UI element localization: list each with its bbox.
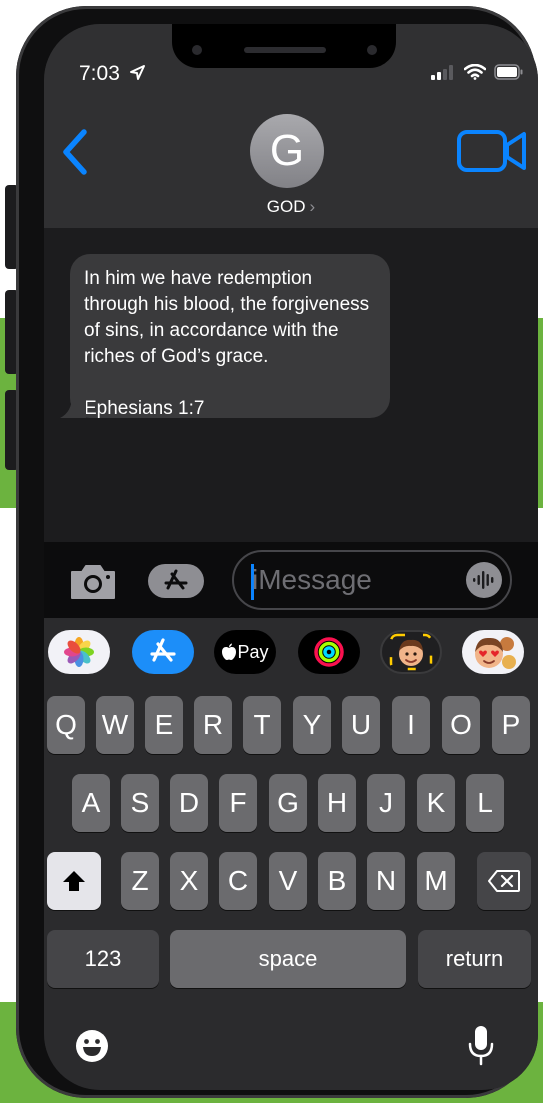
- memoji-app-icon[interactable]: [380, 630, 442, 674]
- location-arrow-icon: [129, 65, 145, 80]
- key-o[interactable]: O: [442, 696, 480, 754]
- microphone-icon: [468, 1026, 494, 1066]
- imessage-text-field[interactable]: [232, 550, 512, 610]
- contact-name: GOD: [266, 197, 306, 216]
- message-input-bar: [44, 542, 538, 618]
- message-line-3: of sins, in accordance with the: [84, 320, 339, 341]
- shift-key[interactable]: [47, 852, 101, 910]
- key-m[interactable]: M: [417, 852, 455, 910]
- delete-icon: [488, 870, 520, 892]
- keyboard: Pay Q W E R T Y U I O P A S D F G H J K …: [44, 618, 538, 1090]
- app-store-a-icon: [150, 638, 176, 662]
- key-s[interactable]: S: [121, 774, 159, 832]
- memoji-face-icon: [389, 633, 433, 671]
- received-message-bubble[interactable]: In him we have redemption through his bl…: [60, 254, 390, 419]
- key-l[interactable]: L: [466, 774, 504, 832]
- apple-pay-label: Pay: [237, 641, 269, 662]
- key-x[interactable]: X: [170, 852, 208, 910]
- contact-name-button[interactable]: GOD ›: [44, 197, 538, 217]
- memoji-stickers-app-icon[interactable]: [462, 630, 524, 674]
- key-e[interactable]: E: [145, 696, 183, 754]
- battery-icon: [494, 64, 523, 80]
- emoji-key[interactable]: [74, 1028, 110, 1069]
- notch: [172, 24, 396, 68]
- key-q[interactable]: Q: [47, 696, 85, 754]
- return-key[interactable]: return: [418, 930, 531, 988]
- key-r[interactable]: R: [194, 696, 232, 754]
- key-v[interactable]: V: [269, 852, 307, 910]
- key-w[interactable]: W: [96, 696, 134, 754]
- camera-icon[interactable]: [68, 562, 118, 602]
- cellular-signal-icon: [431, 65, 453, 80]
- key-k[interactable]: K: [417, 774, 455, 832]
- video-call-icon[interactable]: [456, 128, 528, 174]
- contact-chevron: ›: [309, 197, 316, 216]
- key-a[interactable]: A: [72, 774, 110, 832]
- key-j[interactable]: J: [367, 774, 405, 832]
- key-f[interactable]: F: [219, 774, 257, 832]
- wifi-icon: [464, 64, 486, 80]
- key-i[interactable]: I: [392, 696, 430, 754]
- apple-pay-app-icon[interactable]: Pay: [214, 630, 276, 674]
- activity-app-icon[interactable]: [298, 630, 360, 674]
- photos-app-icon[interactable]: [48, 630, 110, 674]
- key-u[interactable]: U: [342, 696, 380, 754]
- key-t[interactable]: T: [243, 696, 281, 754]
- front-camera: [367, 45, 377, 55]
- key-b[interactable]: B: [318, 852, 356, 910]
- apple-logo-icon: [222, 643, 237, 660]
- message-line-2: through his blood, the forgiveness: [84, 294, 370, 315]
- conversation-header: 7:03 G GOD ›: [44, 24, 538, 228]
- delete-key[interactable]: [477, 852, 531, 910]
- back-chevron-icon[interactable]: [58, 126, 94, 178]
- app-store-button[interactable]: [148, 564, 204, 598]
- numbers-key[interactable]: 123: [47, 930, 159, 988]
- emoji-icon: [76, 1030, 108, 1062]
- key-z[interactable]: Z: [121, 852, 159, 910]
- app-store-icon: [164, 569, 188, 590]
- key-n[interactable]: N: [367, 852, 405, 910]
- key-d[interactable]: D: [170, 774, 208, 832]
- message-line-1: In him we have redemption: [84, 268, 313, 289]
- status-icons: [430, 64, 524, 80]
- key-g[interactable]: G: [269, 774, 307, 832]
- dictation-key[interactable]: [466, 1024, 496, 1073]
- message-reference: Ephesians 1:7: [84, 398, 205, 419]
- contact-avatar[interactable]: G: [250, 114, 324, 188]
- app-store-app-icon[interactable]: [132, 630, 194, 674]
- key-p[interactable]: P: [492, 696, 530, 754]
- shift-icon: [63, 871, 85, 891]
- key-c[interactable]: C: [219, 852, 257, 910]
- front-sensor: [192, 45, 202, 55]
- key-h[interactable]: H: [318, 774, 356, 832]
- phone-screen: 7:03 G GOD › In him we have redemption t…: [44, 24, 538, 1090]
- message-input[interactable]: [252, 558, 452, 602]
- earpiece-speaker: [244, 47, 326, 53]
- status-time: 7:03: [79, 62, 146, 86]
- activity-rings-icon: [314, 637, 344, 667]
- message-line-4: riches of God’s grace.: [84, 346, 269, 367]
- imessage-app-strip: Pay: [44, 618, 538, 688]
- waveform-icon: [473, 571, 494, 589]
- memoji-heart-eyes-icon: [475, 637, 516, 669]
- space-key[interactable]: space: [170, 930, 406, 988]
- bubble-tail: [60, 396, 86, 418]
- key-y[interactable]: Y: [293, 696, 331, 754]
- photos-flower-icon: [64, 637, 94, 667]
- dictation-button[interactable]: [466, 562, 502, 598]
- phone-frame: 7:03 G GOD › In him we have redemption t…: [16, 6, 538, 1098]
